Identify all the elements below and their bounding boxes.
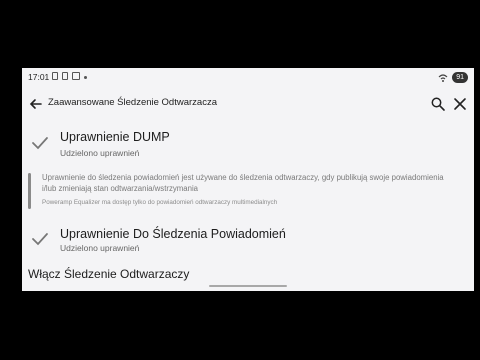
status-right: 91 — [438, 72, 468, 83]
section-header: Włącz Śledzenie Odtwarzaczy — [28, 267, 190, 281]
battery-indicator: 91 — [452, 72, 468, 83]
info-description: Uprawnienie do śledzenia powiadomień jes… — [42, 173, 444, 193]
arrow-back-icon[interactable] — [26, 94, 46, 114]
status-time: 17:01 — [28, 72, 50, 82]
screenshot-icon — [72, 72, 80, 80]
more-dot-icon — [84, 75, 87, 79]
permission-dump-row[interactable]: Uprawnienie DUMP Udzielono uprawnień — [22, 126, 474, 166]
check-icon — [32, 233, 48, 246]
check-icon — [32, 137, 48, 150]
permission-notification-row[interactable]: Uprawnienie Do Śledzenia Powiadomień Udz… — [22, 224, 474, 264]
notification-icon — [62, 72, 68, 80]
status-notification-icons — [52, 72, 87, 80]
close-icon[interactable] — [452, 96, 468, 112]
page-title: Zaawansowane Śledzenie Odtwarzacza — [48, 97, 217, 108]
app-bar: Zaawansowane Śledzenie Odtwarzacza — [22, 90, 474, 118]
app-screen: 17:01 91 Zaawansowane Śledzenie Odtwarza… — [22, 68, 474, 291]
wifi-icon — [438, 73, 448, 82]
permission-notification-status: Udzielono uprawnień — [60, 243, 140, 253]
scroll-handle[interactable] — [209, 285, 287, 287]
permission-notification-title: Uprawnienie Do Śledzenia Powiadomień — [60, 227, 286, 241]
info-divider — [28, 173, 31, 209]
info-note: Poweramp Equalizer ma dostęp tylko do po… — [42, 199, 278, 206]
permission-dump-title: Uprawnienie DUMP — [60, 130, 170, 144]
status-bar: 17:01 91 — [22, 68, 474, 88]
search-icon[interactable] — [430, 96, 446, 112]
info-block: Uprawnienie do śledzenia powiadomień jes… — [28, 172, 468, 210]
sim-icon — [52, 72, 58, 80]
permission-dump-status: Udzielono uprawnień — [60, 148, 140, 158]
